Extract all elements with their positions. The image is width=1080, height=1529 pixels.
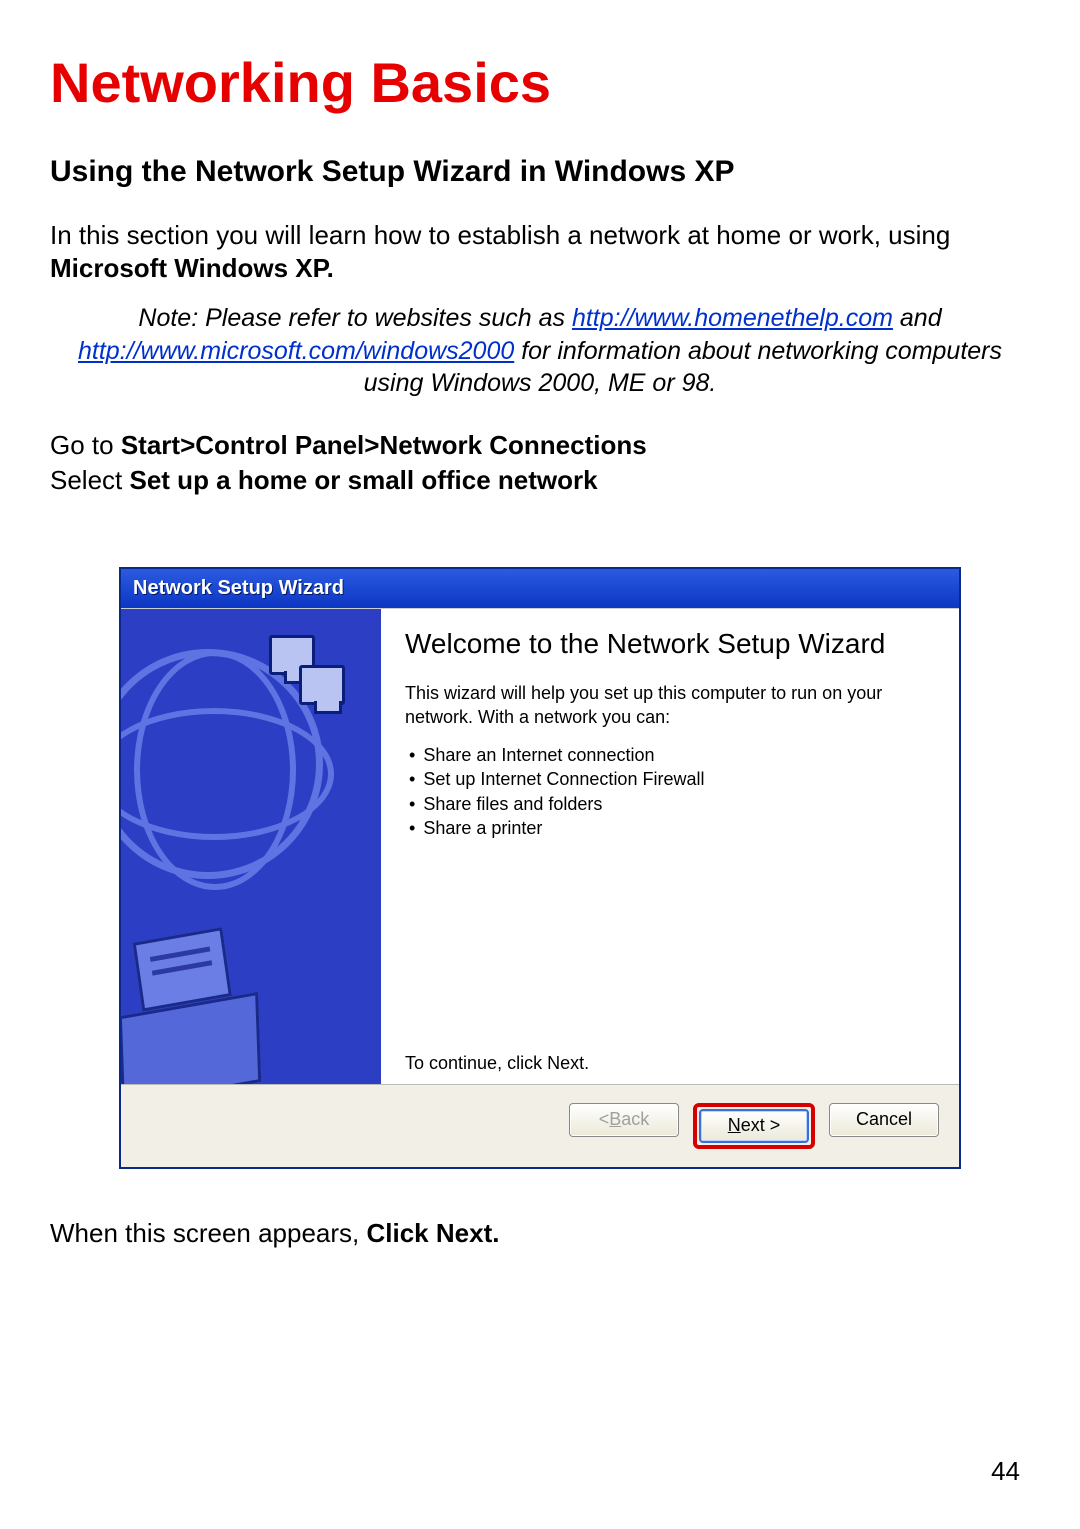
- monitors-icon: [269, 635, 359, 715]
- intro-paragraph: In this section you will learn how to es…: [50, 219, 1030, 284]
- page-title: Networking Basics: [50, 50, 1030, 115]
- step2-pre: Select: [50, 465, 130, 495]
- intro-bold: Microsoft Windows XP.: [50, 253, 334, 283]
- wizard-bullet-list: Share an Internet connection Set up Inte…: [409, 743, 939, 840]
- wizard-footer: < Back Next > Cancel: [121, 1084, 959, 1167]
- wizard-bullet: Share files and folders: [409, 792, 939, 816]
- back-hotkey: B: [609, 1109, 621, 1130]
- back-prefix: <: [599, 1109, 610, 1130]
- cancel-button[interactable]: Cancel: [829, 1103, 939, 1137]
- wizard-paragraph: This wizard will help you set up this co…: [405, 682, 939, 729]
- note-link-1[interactable]: http://www.homenethelp.com: [572, 304, 893, 332]
- wizard-bullet: Share a printer: [409, 816, 939, 840]
- back-suffix: ack: [621, 1109, 649, 1130]
- next-button-highlight: Next >: [693, 1103, 815, 1149]
- note-pre: Note: Please refer to websites such as: [138, 304, 572, 332]
- wizard-content: Welcome to the Network Setup Wizard This…: [381, 609, 959, 1084]
- note-link-2[interactable]: http://www.microsoft.com/windows2000: [78, 337, 514, 365]
- next-hotkey: N: [728, 1115, 741, 1136]
- step1-bold: Start>Control Panel>Network Connections: [121, 430, 647, 460]
- wizard-side-graphic: [121, 609, 381, 1084]
- back-button: < Back: [569, 1103, 679, 1137]
- wizard-continue-text: To continue, click Next.: [405, 1053, 589, 1074]
- next-button[interactable]: Next >: [699, 1109, 809, 1143]
- after-bold: Click Next.: [367, 1218, 500, 1248]
- note-mid1: and: [893, 304, 942, 332]
- wizard-bullet: Share an Internet connection: [409, 743, 939, 767]
- wizard-titlebar: Network Setup Wizard: [121, 569, 959, 608]
- wizard-heading: Welcome to the Network Setup Wizard: [405, 627, 939, 661]
- page-number: 44: [991, 1456, 1020, 1487]
- intro-text: In this section you will learn how to es…: [50, 220, 950, 250]
- step2-bold: Set up a home or small office network: [130, 465, 598, 495]
- next-suffix: ext >: [741, 1115, 781, 1136]
- step1-pre: Go to: [50, 430, 121, 460]
- steps-paragraph: Go to Start>Control Panel>Network Connec…: [50, 428, 1030, 498]
- after-pre: When this screen appears,: [50, 1218, 367, 1248]
- after-text: When this screen appears, Click Next.: [50, 1218, 1030, 1249]
- wizard-window: Network Setup Wizard Welcome to the Netw…: [120, 568, 960, 1168]
- wizard-bullet: Set up Internet Connection Firewall: [409, 767, 939, 791]
- note-paragraph: Note: Please refer to websites such as h…: [70, 302, 1010, 400]
- printer-icon: [121, 931, 282, 1084]
- section-subtitle: Using the Network Setup Wizard in Window…: [50, 155, 1030, 189]
- wizard-body: Welcome to the Network Setup Wizard This…: [121, 608, 959, 1084]
